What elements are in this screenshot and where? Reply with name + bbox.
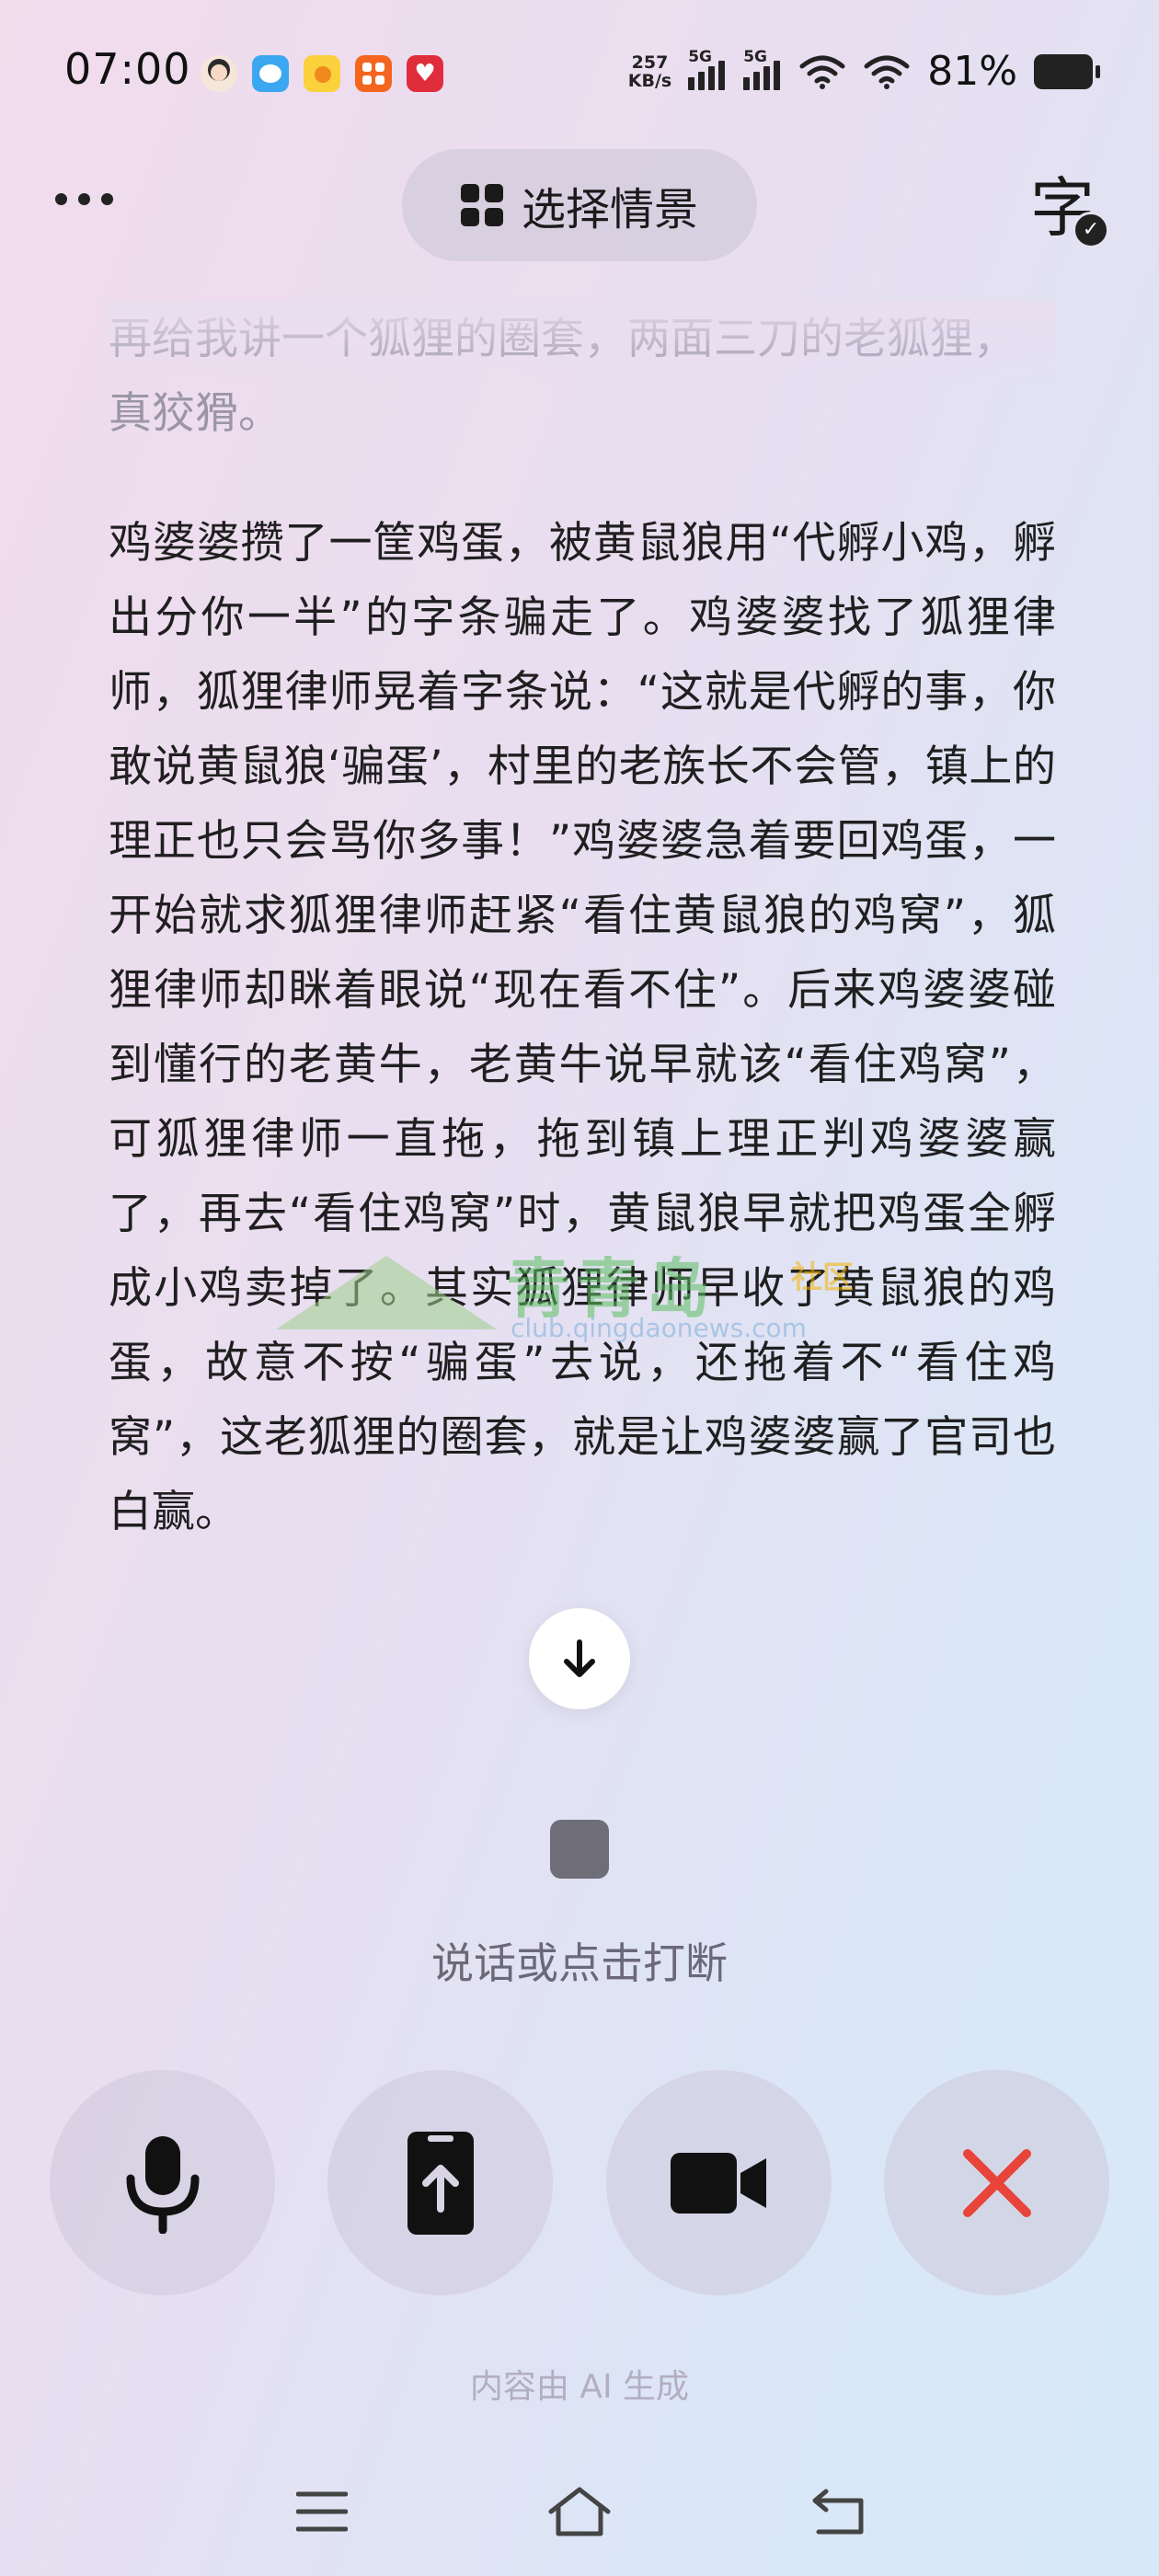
video-camera-icon	[670, 2152, 766, 2214]
ai-generated-note: 内容由 AI 生成	[469, 2368, 690, 2406]
more-dot-icon	[78, 193, 90, 205]
stop-button[interactable]	[550, 1820, 609, 1879]
more-dot-icon	[101, 193, 113, 205]
status-bar: 07:00 ♥ 257 KB/s 5G 5G 81%	[0, 0, 1159, 147]
battery-icon	[1034, 53, 1100, 89]
nav-menu-button[interactable]	[285, 2475, 359, 2548]
check-icon: ✓	[1073, 212, 1109, 248]
microphone-button[interactable]	[50, 2070, 275, 2295]
scroll-to-bottom-button[interactable]	[529, 1608, 630, 1709]
avatar-app-icon	[201, 55, 237, 92]
screen-share-icon	[407, 2131, 474, 2235]
grid-icon	[460, 184, 503, 226]
orange-grid-app-icon	[355, 55, 392, 92]
hang-up-close-button[interactable]	[884, 2070, 1109, 2295]
microphone-icon	[126, 2135, 199, 2234]
wifi-icon-2	[864, 55, 910, 89]
red-heart-app-icon: ♥	[407, 55, 443, 92]
subtitle-toggle-button[interactable]: 字 ✓	[1030, 171, 1109, 248]
signal-5g-icon-2: 5G	[743, 48, 782, 90]
select-scene-label: 选择情景	[521, 184, 698, 236]
battery-percent: 81%	[927, 48, 1017, 95]
select-scene-button[interactable]: 选择情景	[402, 149, 757, 261]
share-screen-button[interactable]	[327, 2070, 553, 2295]
close-icon	[962, 2148, 1031, 2217]
top-bar: 选择情景 字 ✓	[0, 147, 1159, 267]
signal-5g-label-2: 5G	[743, 47, 767, 66]
assistant-message: 鸡婆婆攒了一筐鸡蛋，被黄鼠狼用“代孵小鸡，孵出分你一半”的字条骗走了。鸡婆婆找了…	[109, 518, 1056, 1537]
call-controls	[0, 2070, 1159, 2295]
wifi-icon	[799, 55, 845, 89]
nav-back-button[interactable]	[800, 2475, 874, 2548]
network-speed-value: 257	[631, 52, 669, 73]
network-speed: 257 KB/s	[628, 53, 671, 90]
video-camera-button[interactable]	[606, 2070, 832, 2295]
menu-icon	[296, 2491, 348, 2532]
bird-app-icon	[252, 55, 289, 92]
top-fade-overlay	[109, 302, 1056, 385]
more-dot-icon	[55, 193, 67, 205]
signal-5g-icon: 5G	[688, 48, 727, 90]
interrupt-hint: 说话或点击打断	[431, 1938, 728, 1988]
conversation-area: 再给我讲一个狐狸的圈套，两面三刀的老狐狸，真狡猾。 鸡婆婆攒了一筐鸡蛋，被黄鼠狼…	[109, 302, 1056, 1549]
signal-5g-label: 5G	[688, 47, 712, 66]
nav-home-button[interactable]	[543, 2475, 616, 2548]
status-time: 07:00	[64, 44, 191, 94]
status-indicators: 257 KB/s 5G 5G 81%	[628, 48, 1100, 95]
back-icon	[812, 2489, 864, 2535]
more-options-button[interactable]	[55, 193, 113, 205]
notification-icons: ♥	[201, 55, 443, 92]
system-navigation-bar	[0, 2466, 1159, 2558]
chick-app-icon	[304, 55, 340, 92]
network-speed-unit: KB/s	[627, 70, 672, 91]
home-icon	[548, 2487, 611, 2536]
arrow-down-icon	[564, 1639, 595, 1677]
